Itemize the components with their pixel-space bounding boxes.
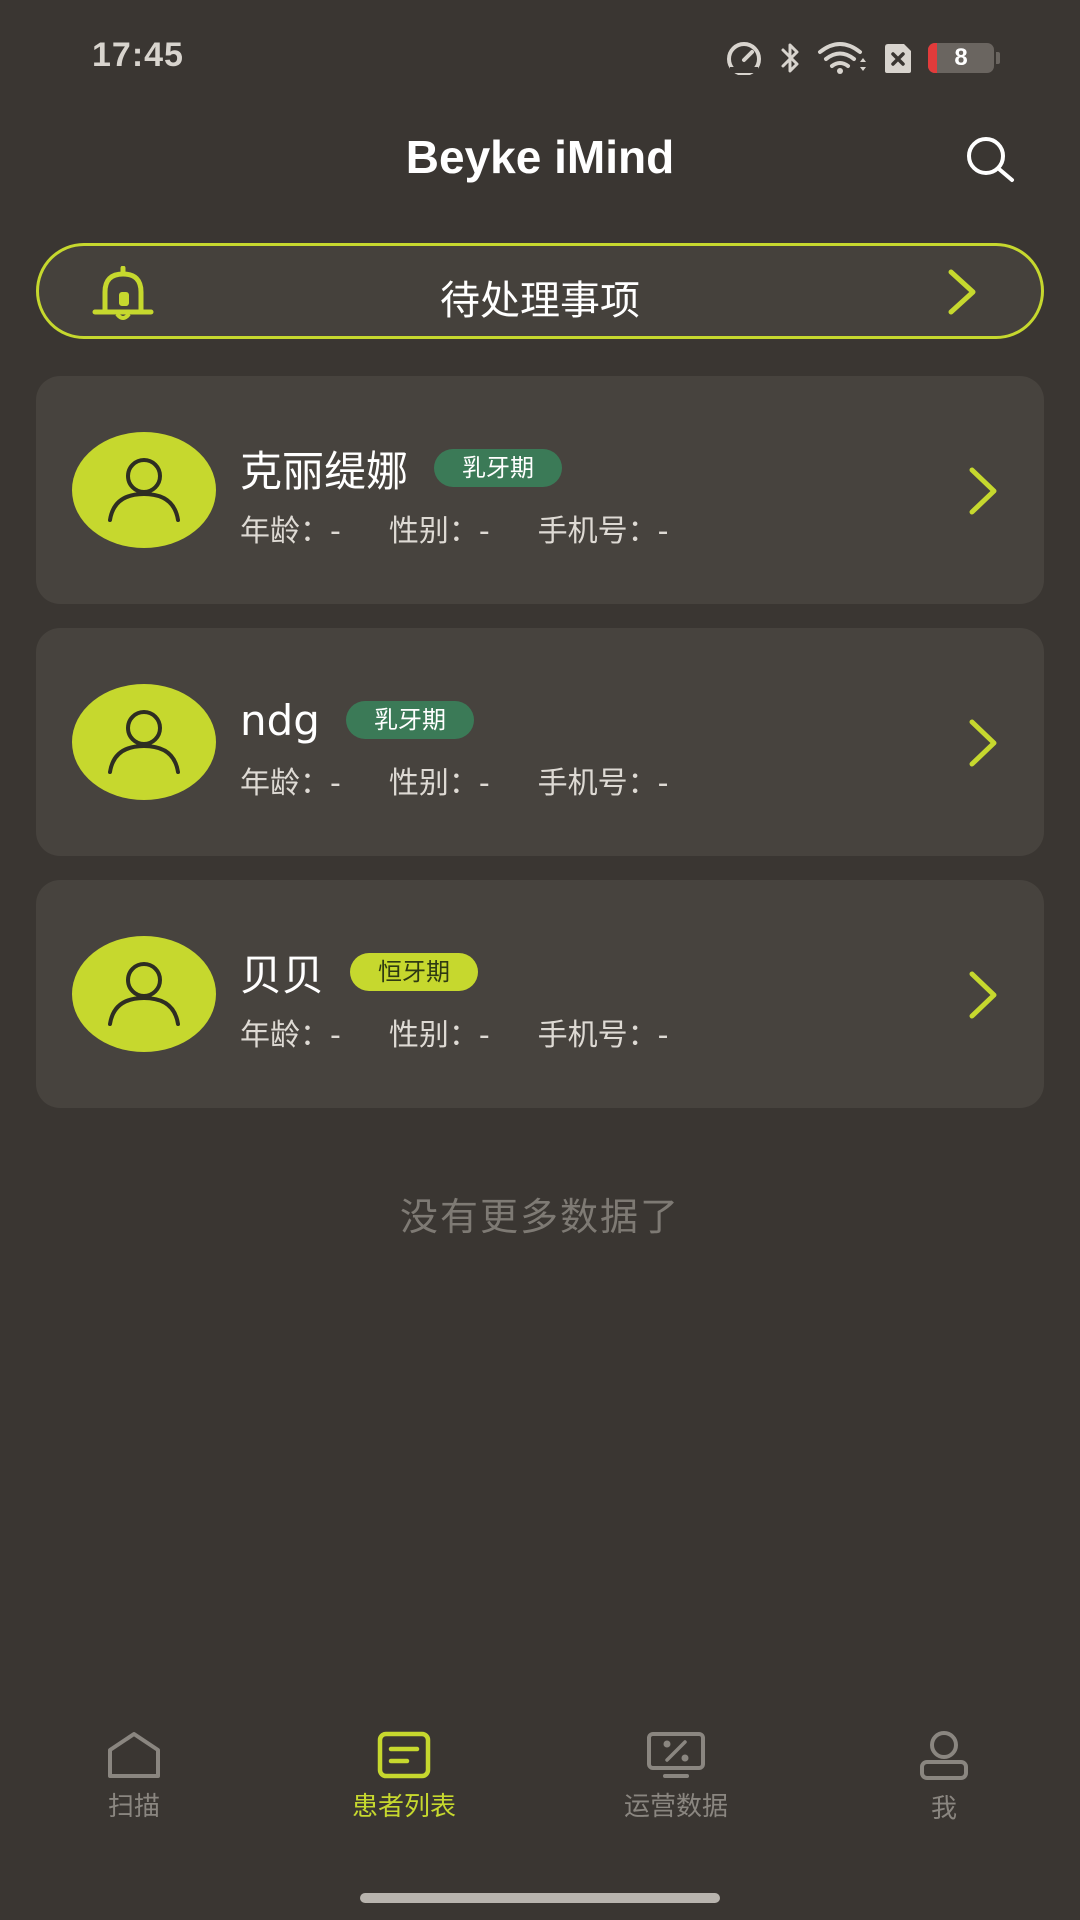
screen: 17:45 8 Beyke iMind 待处理事项 克丽缇娜 乳牙期 年龄：- … [0,0,1080,1920]
stage-badge: 乳牙期 [345,701,474,739]
app-title: Beyke iMind [405,131,675,183]
phone-field: 手机号：- [537,766,669,801]
bottom-nav: 扫描 患者列表 运营数据 我 [0,1720,1080,1840]
list-end-message: 没有更多数据了 [399,1195,680,1239]
user-avatar-icon [108,962,180,1026]
user-icon [920,1731,968,1780]
search-icon [967,137,1014,182]
nav-label: 我 [930,1794,957,1824]
nav-label: 患者列表 [351,1792,456,1822]
age-field: 年龄：- [240,1018,341,1053]
home-indicator[interactable] [360,1893,720,1903]
search-button[interactable] [964,134,1016,186]
phone-field: 手机号：- [537,1018,669,1053]
wifi-icon [818,42,866,74]
battery-icon: 8 [928,43,994,73]
speedometer-icon [727,42,761,75]
user-avatar-icon [108,458,180,522]
avatar [72,432,216,548]
chevron-right-icon [969,719,997,767]
patient-card[interactable]: 克丽缇娜 乳牙期 年龄：- 性别：- 手机号：- [36,376,1044,604]
age-field: 年龄：- [240,766,341,801]
status-time: 17:45 [92,36,184,74]
bluetooth-icon [781,43,799,73]
user-avatar-icon [108,710,180,774]
stage-badge: 恒牙期 [350,953,479,991]
nav-item-patient-list[interactable]: 患者列表 [304,1720,504,1840]
gender-field: 性别：- [388,514,490,549]
patient-card[interactable]: 贝贝 恒牙期 年龄：- 性别：- 手机号：- [36,880,1044,1108]
list-icon [377,1731,431,1779]
patient-name: ndg [240,695,320,745]
status-bar: 17:45 8 [0,0,1080,110]
status-icons: 8 [724,38,1000,78]
chevron-right-icon [948,269,976,315]
gender-field: 性别：- [388,766,490,801]
nav-label: 扫描 [107,1792,160,1822]
chevron-right-icon [969,467,997,515]
nav-label: 运营数据 [623,1792,728,1822]
patient-card[interactable]: ndg 乳牙期 年龄：- 性别：- 手机号：- [36,628,1044,856]
patient-list: 克丽缇娜 乳牙期 年龄：- 性别：- 手机号：- ndg 乳牙期 年龄：- 性别… [36,376,1044,1132]
patient-name: 贝贝 [240,950,325,1000]
avatar [72,684,216,800]
chevron-right-icon [969,971,997,1019]
battery-level: 8 [954,44,968,71]
sim-x-icon [885,44,911,73]
phone-field: 手机号：- [537,514,669,549]
home-icon [108,1732,160,1778]
pending-tasks-banner[interactable]: 待处理事项 [36,243,1044,339]
pending-tasks-label: 待处理事项 [440,278,640,324]
age-field: 年龄：- [240,514,341,549]
nav-item-operations-data[interactable]: 运营数据 [576,1720,776,1840]
stage-badge: 乳牙期 [434,449,563,487]
app-header: Beyke iMind [0,120,1080,200]
avatar [72,936,216,1052]
nav-item-scan[interactable]: 扫描 [34,1720,234,1840]
monitor-percent-icon [647,1732,705,1778]
gender-field: 性别：- [388,1018,490,1053]
nav-item-me[interactable]: 我 [844,1720,1044,1840]
patient-name: 克丽缇娜 [240,446,409,496]
